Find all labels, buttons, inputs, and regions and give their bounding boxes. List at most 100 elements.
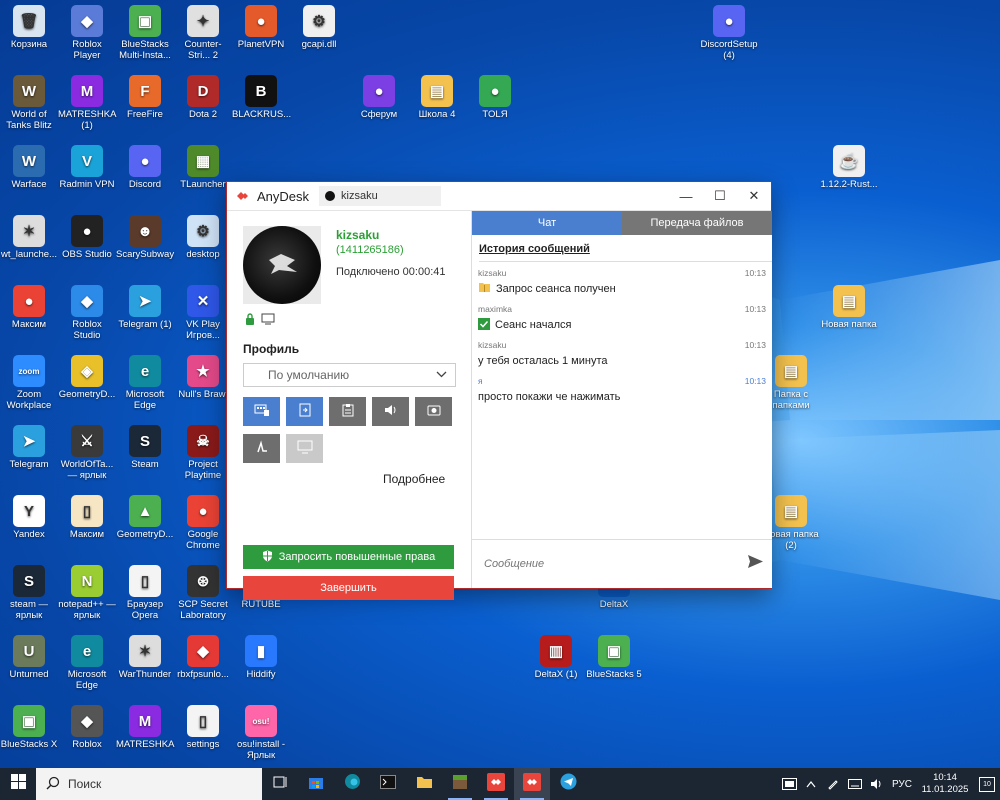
desktop-icon[interactable]: ▲ GeometryD... [116,495,174,540]
desktop-icon[interactable]: Nnotepad++ — ярлык [58,565,116,621]
session-tab[interactable]: kizsaku [319,186,442,206]
message-input[interactable] [482,557,726,571]
desktop-icon[interactable]: D Dota 2 [174,75,232,120]
profile-select[interactable]: По умолчанию [243,363,456,387]
taskbar-store[interactable] [298,768,334,800]
desktop-icon[interactable]: ✕ VK Play Игров... [174,285,232,341]
end-session-button[interactable]: Завершить [243,576,454,600]
title-bar[interactable]: AnyDesk kizsaku — ☐ ✕ [227,182,771,211]
sound-button[interactable] [372,397,409,426]
clock[interactable]: 10:14 11.01.2025 [916,772,974,796]
start-button[interactable] [0,768,36,800]
desktop-icon[interactable]: B BLACKRUS... [232,75,291,120]
send-icon[interactable] [747,554,764,574]
taskbar-search[interactable]: Поиск [36,768,262,800]
desktop-icon[interactable]: U Unturned [0,635,58,680]
keyboard-tray-icon[interactable] [844,768,866,800]
desktop-icon[interactable]: ☻ ScarySubway [116,215,174,260]
desktop-icon[interactable]: ◆ Roblox [58,705,116,750]
desktop-icon[interactable]: V Radmin VPN [58,145,116,190]
draw-button[interactable] [243,434,280,463]
desktop-icon[interactable]: osu! osu!install - Ярлык [232,705,290,761]
desktop-icon[interactable]: ▤ Новая папка [820,285,878,330]
close-button[interactable]: ✕ [737,182,771,210]
task-view-button[interactable] [262,768,298,800]
desktop-icon[interactable]: ◆ Roblox Player [58,5,116,61]
desktop-icon[interactable]: e Microsoft Edge [58,635,116,691]
desktop-icon[interactable]: ➤ Telegram [0,425,58,470]
maximize-button[interactable]: ☐ [703,182,737,210]
taskbar-terminal[interactable] [370,768,406,800]
taskbar-explorer[interactable] [406,768,442,800]
desktop-icon[interactable]: ◈ GeometryD... [58,355,116,400]
tray-app-icon[interactable] [778,768,800,800]
desktop-icon[interactable]: ➤ Telegram (1) [116,285,174,330]
desktop-icon[interactable]: F FreeFire [116,75,174,120]
request-elevation-button[interactable]: Запросить повышенные права [243,545,454,569]
desktop-icon[interactable]: ● PlanetVPN [232,5,290,50]
taskbar-edge[interactable] [334,768,370,800]
desktop-icon-label: RUTUBE [241,599,281,610]
desktop-icon[interactable]: ★ Null's Brawl [174,355,232,400]
more-link[interactable]: Подробнее [383,472,445,486]
desktop-icon[interactable]: ▣ BlueStacks 5 [585,635,643,680]
notifications-button[interactable]: 10 [974,768,1000,800]
desktop-icon[interactable]: zoom Zoom Workplace [0,355,58,411]
taskbar-anydesk[interactable] [478,768,514,800]
desktop-icon[interactable]: ▣ BlueStacks X [0,705,58,750]
volume-icon[interactable] [866,768,888,800]
desktop-icon[interactable]: e Microsoft Edge [116,355,174,411]
desktop-icon[interactable]: ◆ Roblox Studio [58,285,116,341]
desktop-icon[interactable]: ▯ settings [174,705,232,750]
desktop-icon[interactable]: ⚙ gcapi.dll [290,5,348,50]
tab-chat[interactable]: Чат [472,211,622,235]
desktop-icon[interactable]: ⊛ SCP Secret Laboratory [174,565,232,621]
desktop-icon-label: Google Chrome [186,529,220,551]
desktop-icon[interactable]: ● Сферум [350,75,408,120]
desktop-icon[interactable]: ● DiscordSetup (4) [700,5,758,61]
desktop-icon[interactable]: S Steam [116,425,174,470]
desktop-icon[interactable]: ✶ wt_launche... [0,215,58,260]
record-button[interactable] [415,397,452,426]
chevron-up-icon[interactable] [800,768,822,800]
desktop-icon[interactable]: ⚔ WorldOfTa... — ярлык [58,425,116,481]
desktop-icon[interactable]: M MATRESHKA (1) [58,75,116,131]
desktop-icon[interactable]: ◆ rbxfpsunlo... [174,635,232,680]
desktop-icon[interactable]: Ssteam — ярлык [0,565,58,621]
desktop-icon[interactable]: ✶ WarThunder [116,635,174,680]
desktop-icon[interactable]: 🗑 Корзина [0,5,58,50]
minimize-button[interactable]: — [669,182,703,210]
desktop-icon[interactable]: ▯ Браузер Opera [116,565,174,621]
desktop-icon[interactable]: ▦ TLauncher [174,145,232,190]
tab-file-transfer[interactable]: Передача файлов [622,211,772,235]
pen-tray-icon[interactable] [822,768,844,800]
taskbar-anydesk-session[interactable] [514,768,550,800]
desktop-icon[interactable]: ● Discord [116,145,174,190]
desktop-icon[interactable]: ▮ Hiddify [232,635,290,680]
desktop-icon[interactable]: Y Yandex [0,495,58,540]
message-author: kizsaku [478,340,507,350]
clipboard-button[interactable] [329,397,366,426]
desktop-icon[interactable]: ▣ BlueStacks Multi-Insta... [116,5,174,61]
desktop-icon[interactable]: ☠ Project Playtime [174,425,232,481]
desktop-icon[interactable]: ▥ DeltaX (1) [527,635,585,680]
keyboard-button[interactable] [243,397,280,426]
taskbar-minecraft[interactable] [442,768,478,800]
taskbar-telegram[interactable] [550,768,586,800]
desktop-icon[interactable]: ● Максим [0,285,58,330]
desktop-icon[interactable]: ✦ Counter-Stri... 2 [174,5,232,61]
message-list: kizsaku 10:13 Запрос сеанса получен maximka… [472,268,772,406]
desktop-icon[interactable]: ● TOLЯ [466,75,524,120]
desktop-icon[interactable]: W World of Tanks Blitz [0,75,58,131]
desktop-icon[interactable]: ● Google Chrome [174,495,232,551]
desktop-icon[interactable]: ⚙ desktop [174,215,232,260]
desktop-icon[interactable]: ▯ Максим [58,495,116,540]
desktop-icon[interactable]: M MATRESHKA [116,705,174,750]
desktop-icon[interactable]: W Warface [0,145,58,190]
desktop-icon[interactable]: ☕ 1.12.2-Rust... [820,145,878,190]
desktop-icon[interactable]: ▤ Школа 4 [408,75,466,120]
switch-side-button[interactable] [286,397,323,426]
screenshot-button[interactable] [286,434,323,463]
desktop-icon[interactable]: ● OBS Studio [58,215,116,260]
language-indicator[interactable]: РУС [888,768,916,800]
